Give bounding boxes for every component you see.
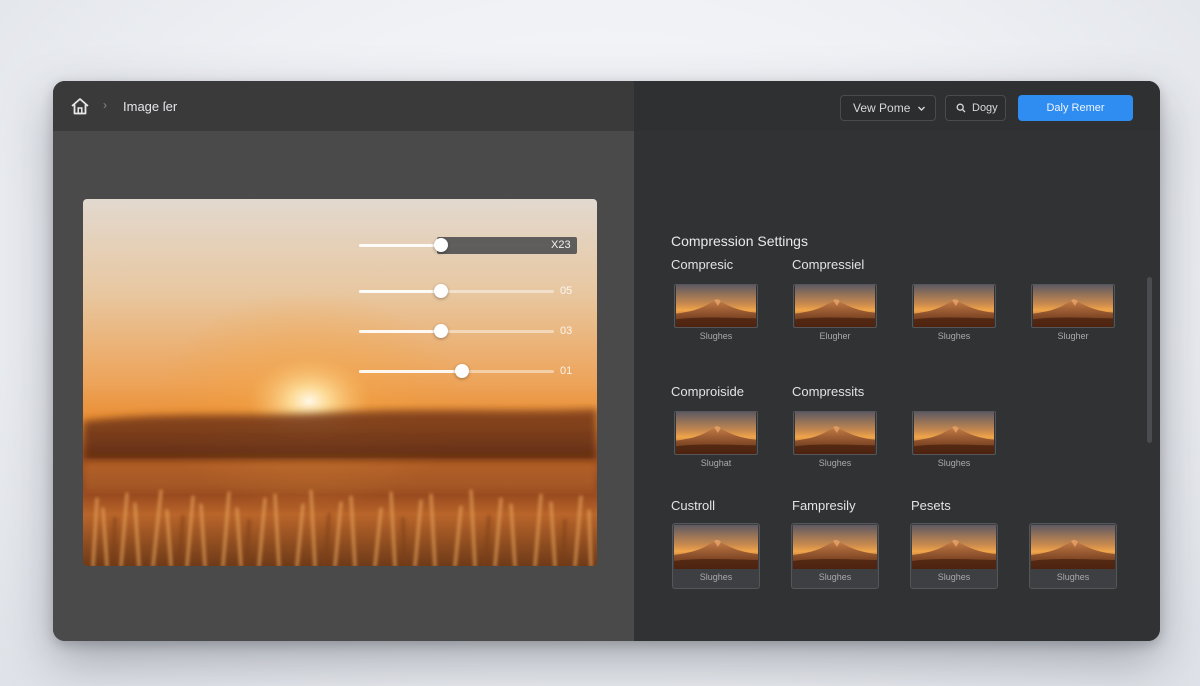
thumbnail-image [674,411,758,455]
thumbnail-caption: Slughes [699,331,733,341]
thumbnail-caption: Slughes [937,572,971,582]
page-title: Image ſer [123,99,178,114]
thumbnail-caption: Slughes [937,331,971,341]
slider-fill [359,244,441,247]
slider-value: 05 [560,285,573,297]
home-icon[interactable] [70,97,90,115]
preset-thumbnail[interactable]: Slughes [672,523,760,589]
thumbnail-caption: Slughat [700,458,732,468]
thumbnail-caption: Slughes [1056,572,1090,582]
slider-2[interactable]: 05 [359,282,577,300]
slider-1[interactable]: X23 [359,236,577,254]
preset-thumbnail[interactable]: Slughes [910,282,998,348]
preset-thumbnail[interactable]: Slugher [1029,282,1117,348]
section-title: Compression Settings [671,233,808,249]
preset-thumbnail[interactable]: Slughes [910,523,998,589]
view-dropdown-label: Vew Pome [853,101,911,115]
preset-thumbnail[interactable]: Slughat [672,409,760,475]
editor-pane: › Image ſer X23 05 03 01 [53,81,634,641]
thumbnail-image [793,525,877,569]
thumbnail-image [912,525,996,569]
preset-thumbnail[interactable]: Slughes [910,409,998,475]
app-window: › Image ſer X23 05 03 01 Vew Pome Dogy D… [53,81,1160,641]
slider-thumb[interactable] [455,364,469,378]
slider-thumb[interactable] [434,324,448,338]
thumbnail-image [793,284,877,328]
chevron-right-icon: › [103,98,107,112]
slider-3[interactable]: 03 [359,322,577,340]
group-label: Compresic [671,257,734,272]
sunset-photo [83,199,597,566]
view-dropdown-button[interactable]: Vew Pome [840,95,936,121]
slider-active-value-box: X23 [437,237,577,254]
thumbnail-image [1031,284,1115,328]
search-icon [956,103,966,113]
preset-thumbnail[interactable]: Slughes [791,523,879,589]
thumbnail-image [912,411,996,455]
group-label: Custroll [671,498,716,513]
group-label: Comproiside [671,384,744,399]
group-label: Compressiel [792,257,865,272]
slider-value: 01 [560,365,573,377]
search-button[interactable]: Dogy [945,95,1006,121]
thumbnail-caption: Slughes [699,572,733,582]
breadcrumb: › Image ſer [53,81,634,131]
slider-value: 03 [560,325,573,337]
thumbnail-image [674,284,758,328]
thumbnail-caption: Slughes [818,572,852,582]
image-preview: X23 05 03 01 [83,199,597,566]
group-label: Compressits [792,384,865,399]
scrollbar[interactable] [1147,277,1152,443]
group-label: Fampresily [792,498,856,513]
thumbnail-caption: Slughes [937,458,971,468]
slider-thumb[interactable] [434,284,448,298]
thumbnail-image [912,284,996,328]
search-button-label: Dogy [972,102,998,114]
primary-action-button[interactable]: Daly Remer [1018,95,1133,121]
slider-fill [359,330,441,333]
chevron-down-icon [918,106,925,111]
slider-4[interactable]: 01 [359,362,577,380]
preset-thumbnail[interactable]: Slughes [672,282,760,348]
preset-thumbnail[interactable]: Slughes [1029,523,1117,589]
thumbnail-caption: Slughes [818,458,852,468]
slider-fill [359,290,441,293]
thumbnail-image [674,525,758,569]
thumbnail-image [793,411,877,455]
preset-thumbnail[interactable]: Slughes [791,409,879,475]
settings-pane: Vew Pome Dogy Daly Remer Compression Set… [634,81,1160,641]
thumbnail-image [1031,525,1115,569]
thumbnail-caption: Slugher [1057,331,1089,341]
thumbnail-caption: Elugher [819,331,851,341]
slider-fill [359,370,462,373]
toolbar: Vew Pome Dogy Daly Remer [634,81,1160,131]
slider-thumb[interactable] [434,238,448,252]
group-label: Pesets [911,498,951,513]
preset-thumbnail[interactable]: Elugher [791,282,879,348]
slider-value: X23 [551,239,571,251]
